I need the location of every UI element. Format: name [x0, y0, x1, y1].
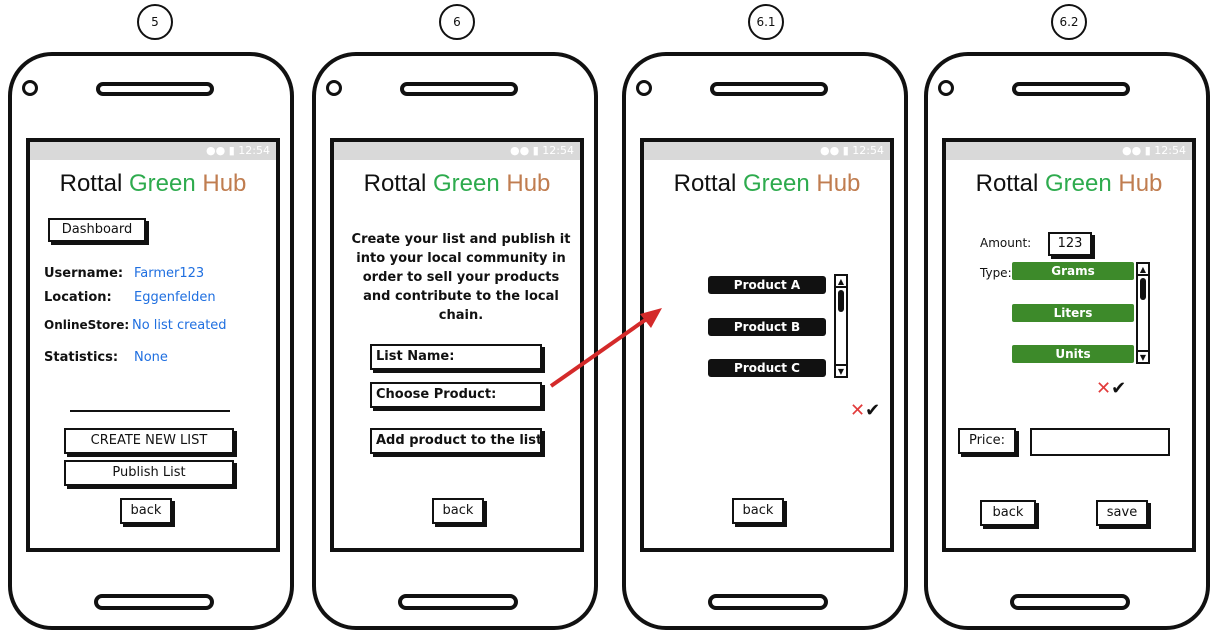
back-button[interactable]: back [980, 500, 1036, 526]
type-label: Type: [980, 266, 1012, 280]
location-value: Eggenfelden [134, 290, 216, 305]
step-number-6: 6 [439, 4, 475, 40]
brand-word-hub: Hub [202, 170, 247, 197]
onlinestore-label: OnlineStore: [44, 318, 130, 332]
status-icons: ●● ▮ [206, 144, 239, 157]
brand-word-rottal: Rottal [363, 170, 427, 197]
type-option-grams[interactable]: Grams [1012, 262, 1134, 280]
app-title: Rottal Green Hub [30, 170, 276, 198]
step-number-5: 5 [137, 4, 173, 40]
home-button[interactable] [708, 594, 828, 610]
type-option-liters[interactable]: Liters [1012, 304, 1134, 322]
screen-dashboard: ●● ▮ 12:54 Rottal Green Hub Dashboard Us… [26, 138, 280, 552]
statistics-label: Statistics: [44, 350, 119, 365]
product-list-scrollbar[interactable]: ▲ ▼ [834, 274, 848, 378]
step-number-6-2: 6.2 [1051, 4, 1087, 40]
product-option-c[interactable]: Product C [708, 359, 826, 377]
camera-icon [22, 80, 38, 96]
screen-choose-product: ●● ▮ 12:54 Rottal Green Hub Product A Pr… [640, 138, 894, 552]
username-value: Farmer123 [134, 266, 205, 281]
location-label: Location: [44, 290, 112, 305]
publish-list-button[interactable]: Publish List [64, 460, 234, 486]
camera-icon [938, 80, 954, 96]
phone-frame-5: ●● ▮ 12:54 Rottal Green Hub Dashboard Us… [8, 52, 294, 630]
confirm-icon[interactable]: ✔ [1111, 378, 1126, 399]
brand-word-rottal: Rottal [59, 170, 123, 197]
create-new-list-button[interactable]: CREATE NEW LIST [64, 428, 234, 454]
product-option-a[interactable]: Product A [708, 276, 826, 294]
price-label: Price: [958, 428, 1016, 454]
scroll-down-icon[interactable]: ▼ [836, 364, 846, 376]
onlinestore-value: No list created [132, 318, 227, 333]
add-product-button[interactable]: Add product to the list [370, 428, 542, 454]
back-button[interactable]: back [732, 498, 784, 524]
confirm-controls: ✕✔ [1096, 378, 1126, 399]
brand-word-rottal: Rottal [975, 170, 1039, 197]
cancel-icon[interactable]: ✕ [850, 400, 865, 421]
scroll-thumb[interactable] [1140, 278, 1146, 300]
scroll-down-icon[interactable]: ▼ [1138, 350, 1148, 362]
brand-word-green: Green [742, 170, 810, 197]
status-bar: ●● ▮ 12:54 [334, 142, 580, 160]
product-option-b[interactable]: Product B [708, 318, 826, 336]
step-number-6-1: 6.1 [748, 4, 784, 40]
brand-word-hub: Hub [1118, 170, 1163, 197]
speaker-grille [400, 82, 518, 96]
brand-word-rottal: Rottal [673, 170, 737, 197]
home-button[interactable] [398, 594, 518, 610]
scroll-up-icon[interactable]: ▲ [1138, 264, 1148, 276]
status-bar: ●● ▮ 12:54 [946, 142, 1192, 160]
screen-product-details: ●● ▮ 12:54 Rottal Green Hub Amount: 123 … [942, 138, 1196, 552]
speaker-grille [96, 82, 214, 96]
status-time: 12:54 [238, 144, 270, 157]
description-text: Create your list and publish it into you… [351, 232, 571, 323]
brand-word-hub: Hub [816, 170, 861, 197]
back-button[interactable]: back [120, 498, 172, 524]
scroll-up-icon[interactable]: ▲ [836, 276, 846, 288]
statistics-value: None [134, 350, 168, 365]
camera-icon [636, 80, 652, 96]
type-list-scrollbar[interactable]: ▲ ▼ [1136, 262, 1150, 364]
status-bar: ●● ▮ 12:54 [644, 142, 890, 160]
home-button[interactable] [94, 594, 214, 610]
status-time: 12:54 [542, 144, 574, 157]
speaker-grille [1012, 82, 1130, 96]
status-icons: ●● ▮ [510, 144, 543, 157]
app-title: Rottal Green Hub [334, 170, 580, 198]
confirm-icon[interactable]: ✔ [865, 400, 880, 421]
camera-icon [326, 80, 342, 96]
choose-product-field[interactable]: Choose Product: [370, 382, 542, 408]
price-input[interactable] [1030, 428, 1170, 456]
brand-word-green: Green [432, 170, 500, 197]
home-button[interactable] [1010, 594, 1130, 610]
type-option-units[interactable]: Units [1012, 345, 1134, 363]
dashboard-button[interactable]: Dashboard [48, 218, 146, 242]
username-label: Username: [44, 266, 124, 281]
brand-word-green: Green [1044, 170, 1112, 197]
phone-frame-6: ●● ▮ 12:54 Rottal Green Hub Create your … [312, 52, 598, 630]
save-button[interactable]: save [1096, 500, 1148, 526]
status-time: 12:54 [852, 144, 884, 157]
amount-input[interactable]: 123 [1048, 232, 1092, 256]
cancel-icon[interactable]: ✕ [1096, 378, 1111, 399]
screen-create-list: ●● ▮ 12:54 Rottal Green Hub Create your … [330, 138, 584, 552]
status-bar: ●● ▮ 12:54 [30, 142, 276, 160]
phone-frame-6-1: ●● ▮ 12:54 Rottal Green Hub Product A Pr… [622, 52, 908, 630]
status-time: 12:54 [1154, 144, 1186, 157]
app-title: Rottal Green Hub [946, 170, 1192, 198]
divider-line [70, 410, 230, 412]
scroll-thumb[interactable] [838, 290, 844, 312]
back-button[interactable]: back [432, 498, 484, 524]
list-name-field[interactable]: List Name: [370, 344, 542, 370]
phone-frame-6-2: ●● ▮ 12:54 Rottal Green Hub Amount: 123 … [924, 52, 1210, 630]
app-title: Rottal Green Hub [644, 170, 890, 198]
confirm-controls: ✕✔ [850, 400, 880, 421]
amount-label: Amount: [980, 236, 1032, 250]
brand-word-hub: Hub [506, 170, 551, 197]
brand-word-green: Green [128, 170, 196, 197]
speaker-grille [710, 82, 828, 96]
status-icons: ●● ▮ [1122, 144, 1155, 157]
status-icons: ●● ▮ [820, 144, 853, 157]
